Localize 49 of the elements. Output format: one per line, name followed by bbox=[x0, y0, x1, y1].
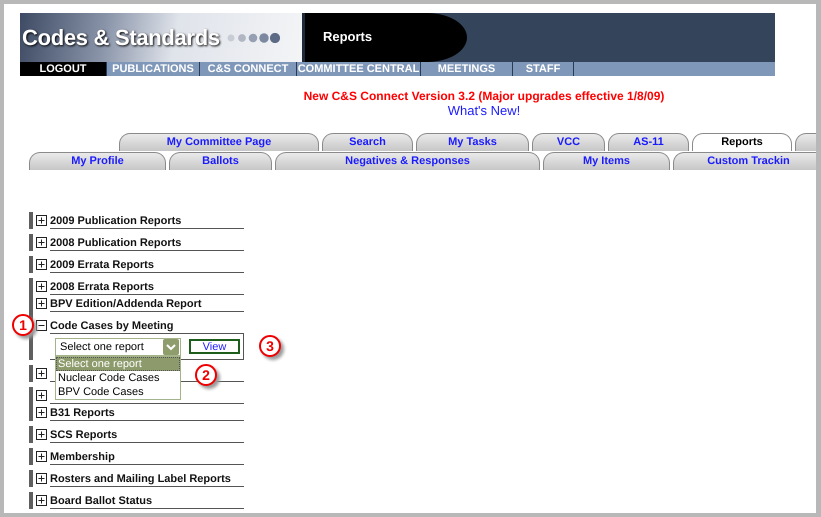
dropdown-option[interactable]: BPV Code Cases bbox=[56, 385, 180, 399]
page-title: Reports bbox=[323, 29, 372, 44]
report-group-link[interactable]: 2009 Errata Reports bbox=[50, 259, 154, 271]
tab[interactable]: My Items bbox=[543, 152, 670, 170]
tab[interactable]: Ballots bbox=[169, 152, 272, 170]
callout-number: 1 bbox=[12, 314, 34, 336]
expand-icon[interactable] bbox=[36, 495, 47, 506]
tab[interactable]: My Committee Page bbox=[119, 133, 319, 151]
tab[interactable]: Negatives & Responses bbox=[275, 152, 540, 170]
callout-number: 3 bbox=[259, 335, 281, 357]
announcement-text: New C&S Connect Version 3.2 (Major upgrades effective 1/8/09) bbox=[304, 89, 664, 103]
expand-icon[interactable] bbox=[36, 473, 47, 484]
tab[interactable]: Custom Trackin bbox=[673, 152, 816, 170]
expand-icon[interactable] bbox=[36, 407, 47, 418]
expand-icon[interactable] bbox=[36, 237, 47, 248]
view-button[interactable]: View bbox=[189, 339, 240, 354]
tab[interactable]: VCC bbox=[532, 133, 605, 151]
report-group-link[interactable]: BPV Edition/Addenda Report bbox=[50, 298, 202, 310]
tab[interactable]: My Tasks bbox=[416, 133, 529, 151]
expand-icon[interactable] bbox=[36, 451, 47, 462]
whats-new-link[interactable]: What's New! bbox=[448, 103, 520, 118]
dots-icon bbox=[226, 32, 282, 42]
collapse-icon[interactable] bbox=[36, 320, 47, 331]
report-group-link[interactable]: Rosters and Mailing Label Reports bbox=[50, 473, 231, 485]
expand-icon[interactable] bbox=[36, 215, 47, 226]
tab[interactable] bbox=[795, 133, 816, 151]
nav-link[interactable]: LOGOUT bbox=[20, 62, 107, 76]
report-group-link[interactable]: 2008 Publication Reports bbox=[50, 237, 182, 249]
report-group-link[interactable]: 2008 Errata Reports bbox=[50, 281, 154, 293]
report-group-link[interactable]: 2009 Publication Reports bbox=[50, 215, 182, 227]
expand-icon[interactable] bbox=[36, 390, 47, 401]
expand-icon[interactable] bbox=[36, 429, 47, 440]
report-group-link[interactable]: Board Ballot Status bbox=[50, 495, 152, 507]
expand-icon[interactable] bbox=[36, 298, 47, 309]
report-group-link[interactable]: SCS Reports bbox=[50, 429, 118, 441]
expand-icon[interactable] bbox=[36, 281, 47, 292]
tab[interactable]: My Profile bbox=[29, 152, 166, 170]
select-value: Select one report bbox=[60, 340, 144, 352]
report-group-link[interactable]: B31 Reports bbox=[50, 407, 115, 419]
report-group-link[interactable]: Membership bbox=[50, 451, 115, 463]
report-select[interactable]: Select one report bbox=[55, 338, 181, 356]
callout-number: 2 bbox=[195, 364, 217, 386]
tab[interactable]: Search bbox=[322, 133, 413, 151]
dropdown-option[interactable]: Nuclear Code Cases bbox=[56, 371, 180, 385]
tab[interactable]: AS-11 bbox=[608, 133, 689, 151]
tab[interactable]: Reports bbox=[692, 133, 792, 151]
expand-icon[interactable] bbox=[36, 368, 47, 379]
expand-icon[interactable] bbox=[36, 259, 47, 270]
report-group-link[interactable]: Code Cases by Meeting bbox=[50, 320, 174, 332]
